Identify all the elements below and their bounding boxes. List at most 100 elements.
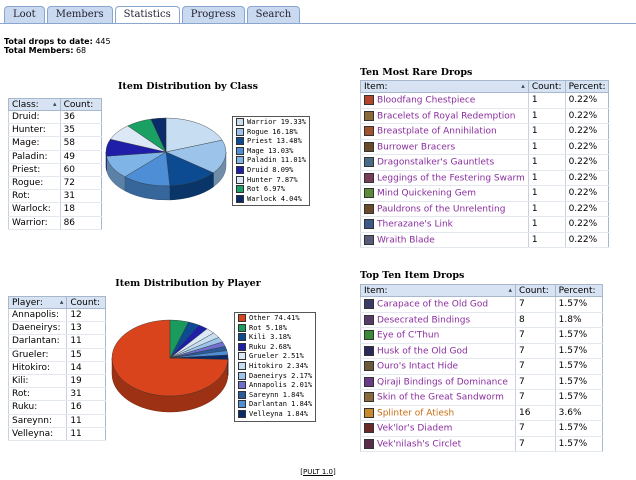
sort-arrow-icon[interactable]: ▴ xyxy=(508,286,512,294)
player-chart-title: Item Distribution by Player xyxy=(115,278,261,289)
top-percent-cell: 1.57% xyxy=(554,436,603,452)
table-row: Hunter: 35 xyxy=(8,123,102,138)
legend-swatch xyxy=(238,390,246,399)
tab-members[interactable]: Members xyxy=(46,6,113,23)
item-link[interactable]: Splinter of Atiesh xyxy=(377,408,454,418)
item-icon xyxy=(364,330,374,340)
rare-header-2[interactable]: Percent: xyxy=(564,80,610,93)
item-link[interactable]: Bloodfang Chestpiece xyxy=(377,96,475,106)
item-link[interactable]: Husk of the Old God xyxy=(377,346,468,356)
legend-swatch xyxy=(238,323,246,332)
player-table-cell: Daeneirys: xyxy=(7,321,67,336)
item-link[interactable]: Desecrated Bindings xyxy=(377,315,470,325)
legend-swatch xyxy=(236,127,244,136)
top-item-cell: Skin of the Great Sandworm xyxy=(360,389,516,406)
item-link[interactable]: Burrower Bracers xyxy=(377,142,455,152)
item-link[interactable]: Breastplate of Annihilation xyxy=(377,127,497,137)
top-percent-cell: 3.6% xyxy=(554,405,603,421)
top-count-cell: 7 xyxy=(515,343,556,359)
legend-entry: Sareynn 1.84% xyxy=(238,390,312,401)
rare-percent-cell: 0.22% xyxy=(564,139,609,155)
legend-swatch xyxy=(238,361,246,370)
rare-header-1[interactable]: Count: xyxy=(527,80,566,93)
rare-item-cell: Wraith Blade xyxy=(360,232,529,248)
rare-count-cell: 1 xyxy=(527,185,566,202)
class-table-cell: 49 xyxy=(59,150,102,164)
rare-drops-table: Item: ▴ Count: Percent: Bloodfang Chestpiece… xyxy=(360,80,610,248)
class-count-table: Class: ▴ Count: Druid: 36 Hunter: 35 Mage: 58 Pal… xyxy=(8,98,103,230)
rare-count-cell: 1 xyxy=(527,201,566,217)
legend-swatch xyxy=(236,137,244,146)
class-table-cell: Rot: xyxy=(8,189,61,204)
sort-arrow-icon[interactable]: ▴ xyxy=(521,82,525,90)
player-table-cell: 16 xyxy=(66,400,106,415)
tab-loot[interactable]: Loot xyxy=(4,6,45,23)
top-count-cell: 7 xyxy=(515,358,556,375)
item-link[interactable]: Eye of C'Thun xyxy=(377,331,439,341)
item-link[interactable]: Qiraji Bindings of Dominance xyxy=(377,377,508,387)
class-table-header-1[interactable]: Count: xyxy=(59,98,103,111)
legend-swatch xyxy=(236,185,244,194)
totals: Total drops to date: 445 Total Members: … xyxy=(4,37,111,55)
legend-swatch xyxy=(238,381,246,390)
top-item-cell: Vek'lor's Diadem xyxy=(360,420,516,437)
class-chart-title: Item Distribution by Class xyxy=(117,81,259,92)
tab-statistics[interactable]: Statistics xyxy=(114,6,180,24)
item-link[interactable]: Vek'nilash's Circlet xyxy=(377,439,461,449)
player-chart-legend: Other 74.41% Rot 5.18% Kili 3.18% Ruku 2.68… xyxy=(234,312,317,422)
footer: [PULT 1.0] xyxy=(300,468,336,476)
top-header-0[interactable]: Item: ▴ xyxy=(360,284,516,297)
table-row: Dragonstalker's Gauntlets 1 0.22% xyxy=(360,154,609,171)
player-table-header-1[interactable]: Count: xyxy=(66,296,106,309)
table-row: Hitokiro: 14 xyxy=(7,361,106,375)
item-icon xyxy=(364,95,374,105)
sort-arrow-icon[interactable]: ▴ xyxy=(53,100,57,108)
table-row: Grueler: 15 xyxy=(7,348,106,362)
legend-label: Priest 13.48% xyxy=(247,137,302,146)
item-link[interactable]: Dragonstalker's Gauntlets xyxy=(377,158,494,168)
class-table-cell: 18 xyxy=(59,202,102,217)
table-row: Desecrated Bindings 8 1.8% xyxy=(360,312,603,328)
item-link[interactable]: Wraith Blade xyxy=(377,235,435,245)
item-link[interactable]: Vek'lor's Diadem xyxy=(377,424,452,434)
player-table-header-0[interactable]: Player: ▴ xyxy=(7,296,68,309)
legend-label: Velleyna 1.84% xyxy=(249,409,309,418)
item-icon xyxy=(364,110,374,121)
item-link[interactable]: Therazane's Link xyxy=(377,220,453,230)
rare-item-cell: Therazane's Link xyxy=(360,216,529,233)
item-icon xyxy=(364,188,374,198)
item-link[interactable]: Pauldrons of the Unrelenting xyxy=(377,204,505,214)
tab-search[interactable]: Search xyxy=(246,6,301,23)
top-count-cell: 7 xyxy=(515,374,556,390)
item-icon xyxy=(364,438,374,449)
class-table-header-row: Class: ▴ Count: xyxy=(8,98,103,111)
legend-entry: Grueler 2.51% xyxy=(238,352,312,362)
rare-count-cell: 1 xyxy=(527,216,566,233)
sort-arrow-icon[interactable]: ▴ xyxy=(60,298,64,306)
tab-progress[interactable]: Progress xyxy=(181,6,245,23)
rare-header-0[interactable]: Item: ▴ xyxy=(360,80,529,93)
class-table-header-0[interactable]: Class: ▴ xyxy=(8,98,61,111)
item-link[interactable]: Skin of the Great Sandworm xyxy=(377,393,504,403)
table-row: Kili: 19 xyxy=(7,374,106,389)
legend-entry: Daeneirys 2.17% xyxy=(238,371,312,382)
item-link[interactable]: Bracelets of Royal Redemption xyxy=(377,111,515,121)
top-header-1[interactable]: Count: xyxy=(515,284,556,297)
legend-label: Ruku 2.68% xyxy=(249,342,292,351)
legend-label: Kili 3.18% xyxy=(249,333,292,342)
table-row: Paladin: 49 xyxy=(8,150,102,164)
top-item-cell: Ouro's Intact Hide xyxy=(360,358,516,375)
item-link[interactable]: Leggings of the Festering Swarm xyxy=(377,173,525,183)
item-link[interactable]: Mind Quickening Gem xyxy=(377,189,476,199)
footer-link[interactable]: PULT 1.0 xyxy=(303,468,333,476)
legend-entry: Kili 3.18% xyxy=(238,333,312,343)
table-row: Breastplate of Annihilation 1 0.22% xyxy=(360,123,609,140)
item-link[interactable]: Ouro's Intact Hide xyxy=(377,362,458,372)
legend-swatch xyxy=(236,165,244,174)
top-item-cell: Husk of the Old God xyxy=(360,343,516,359)
top-item-cell: Carapace of the Old God xyxy=(360,296,516,313)
item-link[interactable]: Carapace of the Old God xyxy=(377,300,488,310)
legend-entry: Hitokiro 2.34% xyxy=(238,361,312,372)
top-header-2[interactable]: Percent: xyxy=(554,284,604,297)
rare-item-cell: Pauldrons of the Unrelenting xyxy=(360,201,529,217)
